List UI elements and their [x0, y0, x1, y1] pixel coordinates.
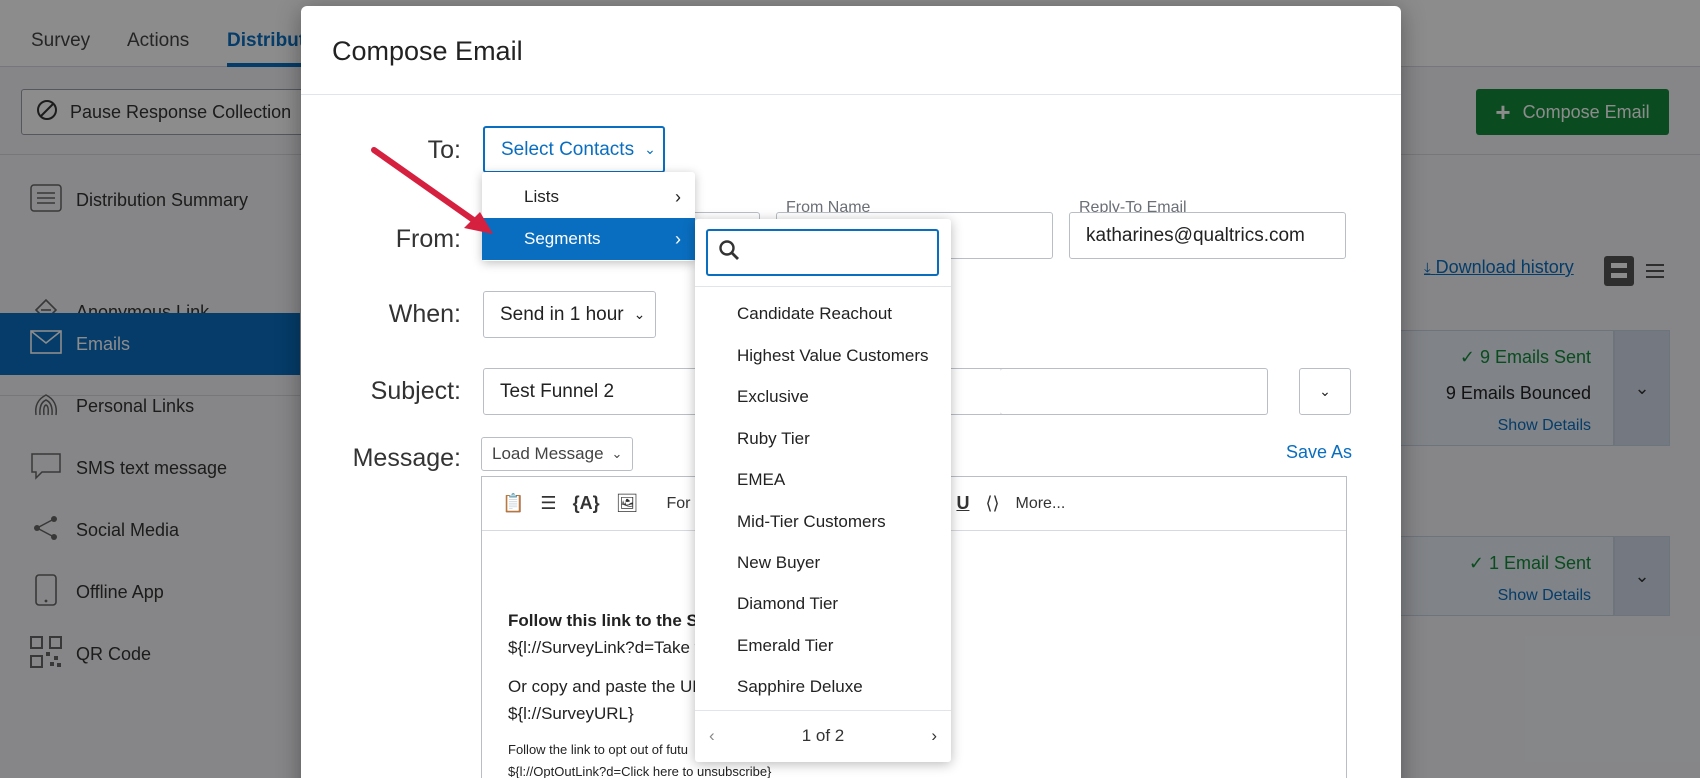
- menu-item-segments[interactable]: Segments ›: [482, 218, 695, 260]
- chevron-down-icon: ⌄: [633, 306, 646, 322]
- segment-item[interactable]: Ruby Tier: [737, 429, 810, 449]
- segment-item[interactable]: Diamond Tier: [737, 594, 838, 614]
- when-value: Send in 1 hour: [500, 303, 624, 325]
- reply-to-field[interactable]: katharines@qualtrics.com: [1069, 212, 1346, 259]
- segment-search[interactable]: [706, 229, 939, 276]
- select-contacts-label: Select Contacts: [501, 138, 635, 160]
- message-label: Message:: [352, 444, 461, 472]
- segment-item[interactable]: Emerald Tier: [737, 636, 833, 656]
- load-message-label: Load Message: [492, 444, 604, 463]
- format-menu[interactable]: For: [666, 495, 690, 513]
- paste-icon[interactable]: 📋: [502, 493, 524, 514]
- chevron-down-icon: ⌄: [611, 446, 623, 461]
- more-menu[interactable]: More...: [1015, 495, 1065, 513]
- segment-item[interactable]: Mid-Tier Customers: [737, 512, 886, 532]
- when-select[interactable]: Send in 1 hour ⌄: [483, 291, 656, 338]
- modal-header: Compose Email: [301, 6, 1401, 95]
- menu-item-label: Segments: [524, 229, 601, 248]
- annotation-arrow-icon: [371, 147, 493, 234]
- image-icon[interactable]: 🖼: [616, 493, 639, 514]
- reply-to-value: katharines@qualtrics.com: [1086, 224, 1305, 246]
- segment-item[interactable]: Highest Value Customers: [737, 346, 929, 366]
- search-icon: [718, 239, 740, 266]
- subject-label: Subject:: [370, 377, 461, 405]
- segment-item[interactable]: Exclusive: [737, 387, 809, 407]
- chevron-down-icon: ⌄: [1319, 383, 1331, 399]
- modal-title: Compose Email: [332, 36, 523, 66]
- source-code-icon[interactable]: ⟨⟩: [985, 493, 999, 514]
- subject-value: Test Funnel 2: [500, 380, 615, 402]
- subject-dropdown-button[interactable]: ⌄: [1299, 368, 1351, 415]
- segments-panel: Candidate Reachout Highest Value Custome…: [695, 219, 951, 762]
- chevron-right-icon: ›: [675, 186, 681, 207]
- select-contacts-menu: Lists › Segments ›: [482, 172, 695, 261]
- subject-input-ext[interactable]: [1000, 368, 1268, 415]
- bullet-list-icon[interactable]: ☰: [540, 493, 556, 514]
- segment-item[interactable]: Candidate Reachout: [737, 304, 892, 324]
- segment-item[interactable]: EMEA: [737, 470, 785, 490]
- divider: [695, 286, 951, 287]
- chevron-right-icon: ›: [675, 228, 681, 249]
- save-as-link[interactable]: Save As: [1286, 442, 1352, 463]
- segment-item[interactable]: Sapphire Deluxe: [737, 677, 863, 697]
- chevron-left-icon[interactable]: ‹: [709, 726, 715, 746]
- load-message-button[interactable]: Load Message ⌄: [481, 437, 633, 471]
- chevron-right-icon[interactable]: ›: [931, 726, 937, 746]
- select-contacts-button[interactable]: Select Contacts ⌄: [483, 126, 665, 173]
- segment-pager: ‹ 1 of 2 ›: [695, 710, 951, 762]
- chevron-down-icon: ⌄: [644, 141, 656, 157]
- menu-item-lists[interactable]: Lists ›: [482, 176, 695, 218]
- piped-text-icon[interactable]: {A}: [573, 493, 600, 514]
- segment-search-input[interactable]: [750, 241, 920, 264]
- underline-icon[interactable]: U: [956, 493, 969, 514]
- segment-item[interactable]: New Buyer: [737, 553, 820, 573]
- when-label: When:: [388, 300, 461, 328]
- menu-item-label: Lists: [524, 187, 559, 206]
- page-indicator: 1 of 2: [801, 726, 845, 745]
